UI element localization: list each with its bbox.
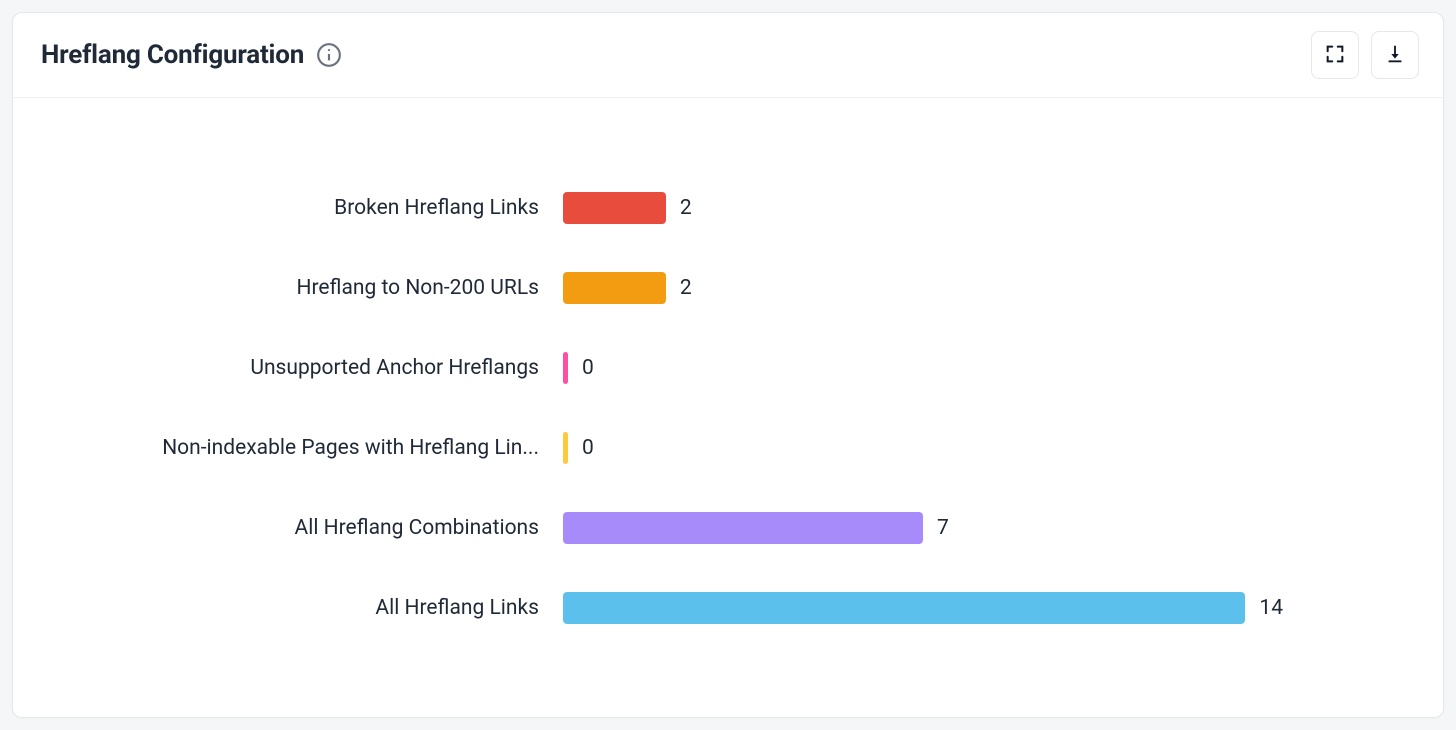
header-actions	[1311, 31, 1419, 79]
bar-row: Non-indexable Pages with Hreflang Lin...…	[53, 432, 1283, 464]
bar-label: All Hreflang Combinations	[53, 516, 563, 540]
bar-value: 0	[582, 436, 594, 460]
bar-row: All Hreflang Links 14	[53, 592, 1283, 624]
bar-row: Unsupported Anchor Hreflangs 0	[53, 352, 1283, 384]
bar-track: 0	[563, 432, 1283, 464]
title-wrap: Hreflang Configuration	[41, 40, 342, 70]
bar-label: Unsupported Anchor Hreflangs	[53, 356, 563, 380]
bar-row: Broken Hreflang Links 2	[53, 192, 1283, 224]
bar-row: All Hreflang Combinations 7	[53, 512, 1283, 544]
bar-track: 0	[563, 352, 1283, 384]
bar-value: 7	[937, 516, 949, 540]
download-button[interactable]	[1371, 31, 1419, 79]
bar-label: All Hreflang Links	[53, 596, 563, 620]
bar-label: Non-indexable Pages with Hreflang Lin...	[53, 436, 563, 460]
bar-track: 2	[563, 272, 1283, 304]
bar-fill[interactable]	[563, 352, 568, 384]
card-header: Hreflang Configuration	[13, 13, 1443, 98]
bar-fill[interactable]	[563, 192, 666, 224]
expand-button[interactable]	[1311, 31, 1359, 79]
info-icon[interactable]	[316, 42, 342, 68]
bar-track: 7	[563, 512, 1283, 544]
bar-fill[interactable]	[563, 432, 568, 464]
bar-value: 0	[582, 356, 594, 380]
bar-fill[interactable]	[563, 272, 666, 304]
bar-fill[interactable]	[563, 592, 1245, 624]
chart-area: Broken Hreflang Links 2 Hreflang to Non-…	[13, 98, 1443, 717]
hreflang-card: Hreflang Configuration	[12, 12, 1444, 718]
bar-track: 2	[563, 192, 1283, 224]
bar-fill[interactable]	[563, 512, 923, 544]
bar-label: Broken Hreflang Links	[53, 196, 563, 220]
download-icon	[1384, 43, 1406, 68]
bar-value: 2	[680, 276, 692, 300]
bar-track: 14	[563, 592, 1283, 624]
page-title: Hreflang Configuration	[41, 40, 304, 70]
expand-icon	[1324, 43, 1346, 68]
bar-value: 14	[1259, 596, 1283, 620]
bar-value: 2	[680, 196, 692, 220]
bar-row: Hreflang to Non-200 URLs 2	[53, 272, 1283, 304]
bar-label: Hreflang to Non-200 URLs	[53, 276, 563, 300]
